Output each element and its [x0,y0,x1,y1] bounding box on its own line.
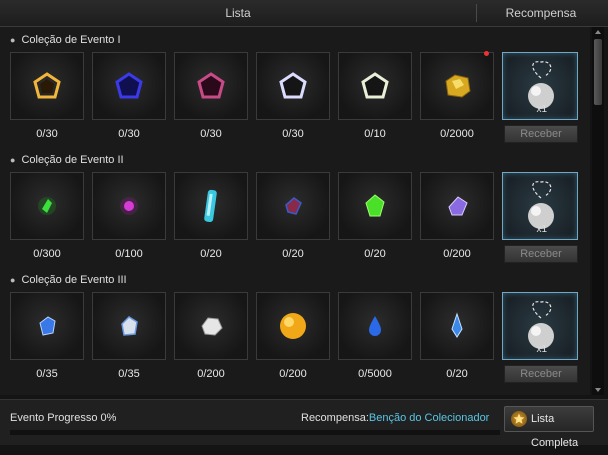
reward-slot[interactable]: x1 [502,52,578,120]
reward-quantity: x1 [536,344,547,355]
item-count: 0/5000 [358,368,392,380]
item-slot-violet-amethyst[interactable] [420,172,494,240]
gold-ore-icon [445,74,471,98]
item-slot-blue-stone[interactable] [10,292,84,360]
receive-button[interactable]: Receber [504,245,578,263]
event-progress-bar [10,430,500,435]
item-count: 0/30 [200,128,222,140]
receive-button[interactable]: Receber [504,125,578,143]
item-count: 0/30 [282,128,304,140]
item-slot-red-ruby[interactable] [256,172,330,240]
item-slot-green-shard[interactable] [10,172,84,240]
pink-pentagon-icon [197,72,225,99]
item-slot-silver-pentagon[interactable] [338,52,412,120]
red-ruby-icon [285,197,302,215]
group-title: ● Coleção de Evento I [10,34,121,46]
star-icon [511,411,527,427]
receive-button[interactable]: Receber [504,365,578,383]
reward-column-header: Recompensa [505,6,577,20]
full-list-label: Lista Completa [531,413,579,449]
item-slot-blue-pentagon[interactable] [92,52,166,120]
header-divider [476,4,477,22]
full-list-button[interactable]: Lista Completa [504,406,594,449]
item-count: 0/20 [364,248,386,260]
blue-pentagon-icon [115,72,143,99]
item-count: 0/2000 [440,128,474,140]
item-slot-white-pentagon[interactable] [256,52,330,120]
item-count: 0/300 [33,248,61,260]
item-count: 0/20 [200,248,222,260]
item-count: 0/30 [36,128,58,140]
green-shard-icon [38,197,56,215]
footer-reward-line: Recompensa:Benção do Colecionador [301,412,489,424]
list-scrollbar[interactable] [592,27,604,395]
silver-pentagon-icon [361,72,389,99]
bullet-icon: ● [10,155,16,165]
group-title-text: Coleção de Evento II [21,154,124,166]
blue-stone-icon [39,316,56,336]
item-count: 0/10 [364,128,386,140]
group-title: ● Coleção de Evento III [10,274,127,286]
item-count: 0/200 [197,368,225,380]
white-pentagon-icon [279,72,307,99]
blue-spike-icon [451,312,463,338]
reward-slot[interactable]: x1 [502,292,578,360]
violet-amethyst-icon [448,196,468,216]
collection-group-3: ● Coleção de Evento III 0/35 0/35 0/200 [0,267,590,387]
list-column-header: Lista [225,6,251,20]
collection-group-1: ●Coleção de Evento I 0/30 0/30 0/30 0/3 [0,27,590,147]
window-header: Lista Recompensa [0,0,608,27]
collection-list: ●Coleção de Evento I 0/30 0/30 0/30 0/3 [0,27,590,395]
purple-gem-icon [120,197,138,215]
scroll-down-arrow-icon[interactable] [595,388,601,392]
item-slot-gold-pentagon[interactable] [10,52,84,120]
item-slot-gold-orb[interactable] [256,292,330,360]
event-progress-label: Evento Progresso 0% [10,412,117,424]
scroll-up-arrow-icon[interactable] [595,30,601,34]
bullet-icon: ● [10,275,16,285]
item-count: 0/35 [36,368,58,380]
item-slot-pink-pentagon[interactable] [174,52,248,120]
reward-name: Benção do Colecionador [368,412,490,424]
scroll-thumb[interactable] [594,39,602,105]
item-slot-silver-ore[interactable] [174,292,248,360]
group-title: ● Coleção de Evento II [10,154,124,166]
item-slot-gold-ore[interactable] [420,51,494,120]
item-count: 0/35 [118,368,140,380]
item-slot-blue-spike[interactable] [420,292,494,360]
item-slot-blue-drop[interactable] [338,292,412,360]
item-count: 0/30 [118,128,140,140]
blue-white-stone-icon [121,316,138,336]
reward-prefix: Recompensa: [301,412,369,424]
bullet-icon: ● [10,35,16,45]
item-count: 0/20 [282,248,304,260]
blue-drop-icon [369,316,381,336]
reward-slot[interactable]: x1 [502,172,578,240]
reward-quantity: x1 [536,224,547,235]
silver-ore-icon [201,317,223,336]
group-title-text: Coleção de Evento III [21,274,127,286]
footer-bar: Evento Progresso 0% Recompensa:Benção do… [0,399,608,449]
item-count: 0/200 [443,248,471,260]
group-title-text: Coleção de Evento I [21,34,121,46]
gold-orb-icon [280,313,306,339]
green-emerald-icon [365,194,385,217]
item-slot-green-emerald[interactable] [338,172,412,240]
cyan-crystal-icon [204,189,217,223]
gold-pentagon-icon [33,72,61,99]
item-slot-blue-white-stone[interactable] [92,292,166,360]
reward-quantity: x1 [536,104,547,115]
item-count: 0/200 [279,368,307,380]
item-slot-cyan-crystal[interactable] [174,172,248,240]
collection-group-2: ● Coleção de Evento II 0/300 0/100 0/20 [0,147,590,267]
item-count: 0/100 [115,248,143,260]
new-notice-dot [484,51,489,56]
item-slot-purple-gem[interactable] [92,172,166,240]
item-count: 0/20 [446,368,468,380]
